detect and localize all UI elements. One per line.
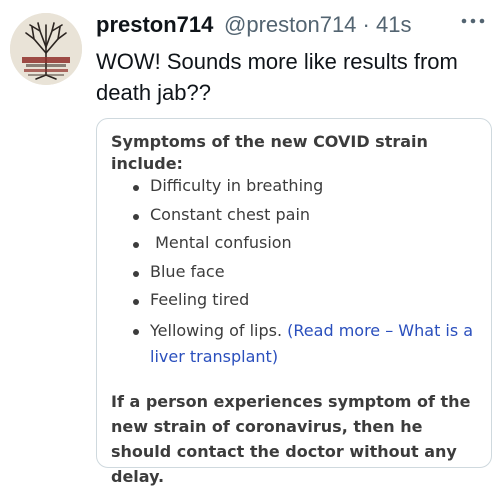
tweet-text: WOW! Sounds more like results from death… bbox=[96, 49, 458, 105]
list-item-text: Blue face bbox=[150, 261, 225, 281]
meta-separator: · bbox=[362, 12, 370, 37]
list-item-text: Yellowing of lips. bbox=[150, 320, 283, 340]
bullet-icon bbox=[133, 328, 139, 335]
display-name[interactable]: preston714 bbox=[96, 12, 213, 38]
list-item-text: Difficulty in breathing bbox=[150, 176, 324, 195]
bullet-icon bbox=[133, 270, 139, 277]
user-handle[interactable]: @preston714 bbox=[224, 12, 356, 37]
quoted-card[interactable]: Symptoms of the new COVID strain include… bbox=[96, 118, 495, 486]
list-item: Blue face bbox=[133, 261, 495, 290]
list-item: Difficulty in breathing bbox=[133, 175, 495, 204]
list-item: Mental confusion bbox=[133, 232, 495, 261]
list-item-text: Mental confusion bbox=[150, 233, 292, 252]
bullet-icon bbox=[133, 213, 139, 220]
tweet-timestamp[interactable]: 41s bbox=[376, 12, 411, 37]
tree-of-liberty-tattoo-image bbox=[10, 13, 82, 85]
list-item: Feeling tired bbox=[133, 289, 495, 318]
bullet-icon bbox=[133, 185, 139, 191]
tweet-header: preston714 @preston714 · 41s bbox=[96, 12, 490, 42]
bullet-icon bbox=[133, 242, 139, 248]
card-heading: Symptoms of the new COVID strain include… bbox=[111, 132, 428, 173]
list-item: Yellowing of lips. (Read more – What is … bbox=[133, 318, 495, 370]
symptom-list: Difficulty in breathing Constant chest p… bbox=[133, 175, 495, 370]
more-options-button[interactable] bbox=[456, 6, 490, 36]
list-item-text: Constant chest pain bbox=[150, 204, 311, 224]
list-item: Constant chest pain bbox=[133, 204, 495, 233]
card-footer-text: If a person experiences symptom of the n… bbox=[111, 392, 471, 486]
tweet-meta: @preston714 · 41s bbox=[224, 12, 411, 38]
bullet-icon bbox=[133, 299, 139, 305]
avatar[interactable] bbox=[10, 13, 82, 85]
list-item-text: Feeling tired bbox=[150, 290, 250, 309]
ellipsis-icon bbox=[461, 18, 485, 24]
